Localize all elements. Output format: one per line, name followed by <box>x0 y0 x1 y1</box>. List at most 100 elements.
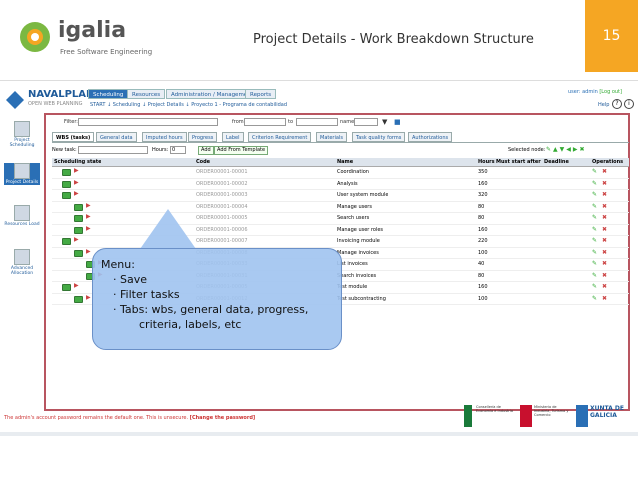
state-toggle-icon[interactable]: ▶ <box>86 202 91 209</box>
cell-name[interactable]: Search invoices <box>337 273 376 279</box>
filter-icon[interactable]: ▼ <box>382 118 387 126</box>
state-toggle-icon[interactable]: ▶ <box>86 213 91 220</box>
table-row[interactable]: ▶ ORDER00001-00005 Search users 80 ✎ ✖ <box>52 213 629 225</box>
tab-imputed-hours[interactable]: Imputed hours <box>142 132 187 142</box>
cell-hours[interactable]: 160 <box>478 227 488 233</box>
sidebar-item-advanced-allocation[interactable]: Advanced Allocation <box>4 249 40 276</box>
state-toggle-icon[interactable]: ▶ <box>74 179 79 186</box>
cell-hours[interactable]: 220 <box>478 238 488 244</box>
edit-icon[interactable]: ✎ <box>592 191 597 198</box>
edit-icon[interactable]: ✎ <box>592 226 597 233</box>
tab-label[interactable]: Label <box>222 132 244 142</box>
cell-name[interactable]: Invoicing module <box>337 238 380 244</box>
save-icon[interactable]: ■ <box>394 118 401 126</box>
delete-icon[interactable]: ✖ <box>602 180 607 187</box>
delete-icon[interactable]: ✖ <box>602 214 607 221</box>
cell-name[interactable]: Manage user roles <box>337 227 383 233</box>
cell-code[interactable]: ORDER00001-00003 <box>196 192 248 198</box>
tab-general-data[interactable]: General data <box>96 132 137 142</box>
table-row[interactable]: ▶ ORDER00001-00007 Invoicing module 220 ✎ ✖ <box>52 236 629 248</box>
menu-reports[interactable]: Reports <box>245 89 277 99</box>
table-row[interactable]: ▶ ORDER00001-00003 User system module 320 ✎ ✖ <box>52 190 629 202</box>
scheduling-state-icon[interactable] <box>74 203 83 211</box>
edit-icon[interactable]: ✎ <box>592 203 597 210</box>
table-row[interactable]: ▶ ORDER00001-00004 Manage users 80 ✎ ✖ <box>52 202 629 213</box>
table-row[interactable]: ▶ ORDER00001-00001 Coordination 350 ✎ ✖ <box>52 167 629 179</box>
menu-resources[interactable]: Resources <box>127 89 166 99</box>
delete-icon[interactable]: ✖ <box>602 168 607 175</box>
cell-hours[interactable]: 160 <box>478 284 488 290</box>
edit-icon[interactable]: ✎ <box>592 249 597 256</box>
cell-name[interactable]: Manage users <box>337 204 372 210</box>
scheduling-state-icon[interactable] <box>74 226 83 234</box>
menu-scheduling[interactable]: Scheduling <box>88 89 129 99</box>
cell-hours[interactable]: 80 <box>478 273 484 279</box>
delete-icon[interactable]: ✖ <box>602 272 607 279</box>
logout-link[interactable]: [Log out] <box>599 89 622 95</box>
scheduling-state-icon[interactable] <box>62 169 71 176</box>
delete-icon[interactable]: ✖ <box>602 249 607 256</box>
state-toggle-icon[interactable]: ▶ <box>86 225 91 232</box>
edit-icon[interactable]: ✎ <box>592 214 597 221</box>
edit-icon[interactable]: ✎ <box>592 260 597 267</box>
edit-icon[interactable]: ✎ <box>592 272 597 279</box>
help-icon[interactable]: ? <box>612 99 622 109</box>
cell-hours[interactable]: 350 <box>478 169 488 175</box>
state-toggle-icon[interactable]: ▶ <box>74 190 79 197</box>
cell-code[interactable]: ORDER00001-00004 <box>196 204 248 210</box>
cell-code[interactable]: ORDER00001-00001 <box>196 169 248 175</box>
table-row[interactable]: ▶ ORDER00001-00002 Analysis 160 ✎ ✖ <box>52 179 629 190</box>
cell-code[interactable]: ORDER00001-00007 <box>196 238 248 244</box>
scheduling-state-icon[interactable] <box>62 238 71 245</box>
breadcrumb[interactable]: START ↓ Scheduling ↓ Project Details ↓ P… <box>90 102 287 108</box>
tab-materials[interactable]: Materials <box>316 132 347 142</box>
cell-hours[interactable]: 100 <box>478 296 488 302</box>
scheduling-state-icon[interactable] <box>62 192 71 199</box>
state-toggle-icon[interactable]: ▶ <box>74 236 79 243</box>
add-from-template-button[interactable]: Add From Template <box>214 146 269 155</box>
tab-criterion-requirement[interactable]: Criterion Requirement <box>248 132 312 142</box>
state-toggle-icon[interactable]: ▶ <box>74 282 79 289</box>
state-toggle-icon[interactable]: ▶ <box>86 248 91 255</box>
sidebar-item-project-scheduling[interactable]: Project Scheduling <box>4 121 40 148</box>
scheduling-state-icon[interactable] <box>74 295 83 303</box>
edit-icon[interactable]: ✎ <box>592 295 597 302</box>
cell-name[interactable]: Manage invoices <box>337 250 379 256</box>
to-date-input[interactable] <box>296 118 338 126</box>
tab-task-quality-forms[interactable]: Task quality forms <box>352 132 406 142</box>
node-tools-icon[interactable]: ✎▲▼◀▶✖ <box>546 146 587 153</box>
new-task-input[interactable] <box>78 146 148 154</box>
state-toggle-icon[interactable]: ▶ <box>74 167 79 174</box>
scheduling-state-icon[interactable] <box>62 180 71 188</box>
edit-icon[interactable]: ✎ <box>592 168 597 175</box>
sidebar-item-project-details[interactable]: Project Details <box>4 163 40 185</box>
name-input[interactable] <box>354 118 378 126</box>
filter-input[interactable] <box>78 118 218 126</box>
scheduling-state-icon[interactable] <box>62 284 71 291</box>
cell-name[interactable]: Coordination <box>337 169 369 175</box>
tab-wbs[interactable]: WBS (tasks) <box>52 132 95 142</box>
change-password-link[interactable]: [Change the password] <box>190 415 256 421</box>
delete-icon[interactable]: ✖ <box>602 226 607 233</box>
tab-authorizations[interactable]: Authorizations <box>408 132 453 142</box>
cell-name[interactable]: Search users <box>337 215 369 221</box>
cell-hours[interactable]: 40 <box>478 261 484 267</box>
cell-code[interactable]: ORDER00001-00002 <box>196 181 248 187</box>
cell-hours[interactable]: 160 <box>478 181 488 187</box>
help-link[interactable]: Help <box>598 102 609 108</box>
edit-icon[interactable]: ✎ <box>592 180 597 187</box>
from-date-input[interactable] <box>244 118 286 126</box>
sidebar-item-resources-load[interactable]: Resources Load <box>4 205 40 227</box>
tab-progress[interactable]: Progress <box>188 132 218 142</box>
cell-hours[interactable]: 80 <box>478 215 484 221</box>
cell-hours[interactable]: 80 <box>478 204 484 210</box>
delete-icon[interactable]: ✖ <box>602 283 607 290</box>
delete-icon[interactable]: ✖ <box>602 191 607 198</box>
edit-icon[interactable]: ✎ <box>592 283 597 290</box>
cell-name[interactable]: User system module <box>337 192 388 198</box>
info-icon[interactable]: i <box>624 99 634 109</box>
delete-icon[interactable]: ✖ <box>602 295 607 302</box>
state-toggle-icon[interactable]: ▶ <box>86 294 91 301</box>
edit-icon[interactable]: ✎ <box>592 237 597 244</box>
hours-input[interactable]: 0 <box>170 146 186 154</box>
